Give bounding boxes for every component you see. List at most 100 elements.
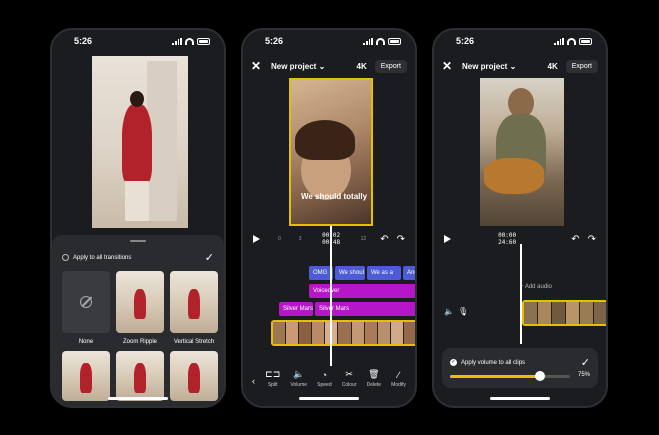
volume-slider[interactable] bbox=[450, 371, 570, 381]
status-bar: 5:26 bbox=[434, 30, 606, 52]
delete-tool[interactable]: 🗑 Delete bbox=[367, 369, 381, 388]
confirm-check-icon[interactable]: ✓ bbox=[205, 251, 214, 264]
playhead[interactable] bbox=[330, 226, 332, 366]
phone-editor: 5:26 ✕ New project ⌄ 4K Export We should… bbox=[241, 28, 417, 408]
project-title[interactable]: New project ⌄ bbox=[462, 62, 548, 71]
apply-volume-checkbox[interactable]: ✓ bbox=[450, 359, 457, 366]
split-icon: ⊏⊐ bbox=[265, 369, 281, 379]
signal-icon bbox=[172, 37, 182, 45]
volume-slider-fill bbox=[450, 375, 540, 378]
resolution-badge[interactable]: 4K bbox=[548, 62, 558, 71]
caption-clip[interactable]: We shoul bbox=[335, 266, 365, 280]
tool-label: Speed bbox=[317, 382, 332, 388]
battery-icon bbox=[579, 37, 592, 45]
play-icon[interactable] bbox=[444, 235, 451, 243]
speaker-icon[interactable]: 🔈 bbox=[444, 307, 454, 316]
speed-tool[interactable]: ◔ Speed bbox=[317, 370, 331, 388]
mic-icon[interactable]: 🎙 bbox=[458, 307, 468, 316]
caption-overlay[interactable]: We should totally bbox=[299, 192, 369, 201]
status-time: 5:26 bbox=[265, 36, 284, 46]
signal-icon bbox=[363, 37, 373, 45]
sheet-handle[interactable] bbox=[130, 240, 146, 242]
transition-label-vertical-stretch: Vertical Stretch bbox=[173, 339, 215, 345]
playhead[interactable] bbox=[520, 244, 522, 344]
video-preview[interactable] bbox=[480, 78, 564, 226]
confirm-check-icon[interactable]: ✓ bbox=[581, 356, 590, 369]
caption-clip[interactable]: And bbox=[403, 266, 415, 280]
export-button[interactable]: Export bbox=[565, 59, 598, 73]
close-icon[interactable]: ✕ bbox=[442, 59, 458, 73]
home-indicator bbox=[490, 397, 550, 400]
resolution-badge[interactable]: 4K bbox=[357, 62, 367, 71]
video-preview[interactable] bbox=[92, 56, 188, 228]
timecode: 00:00 24:60 bbox=[498, 232, 517, 246]
apply-volume-label: Apply volume to all clips bbox=[461, 359, 526, 366]
video-filmstrip[interactable] bbox=[522, 300, 606, 326]
undo-icon[interactable]: ↶ bbox=[380, 234, 388, 245]
transition-thumb[interactable] bbox=[116, 351, 164, 401]
caption-clip[interactable]: We as a bbox=[367, 266, 401, 280]
home-indicator bbox=[299, 397, 359, 400]
wifi-icon bbox=[567, 37, 576, 45]
tool-label: Delete bbox=[366, 382, 382, 388]
editor-header: ✕ New project ⌄ 4K Export bbox=[243, 56, 415, 76]
phone-transitions: 5:26 Apply to all transitions ✓ None Zoo… bbox=[50, 28, 226, 408]
undo-icon[interactable]: ↶ bbox=[571, 234, 579, 245]
music-clip[interactable]: Silver Mars bbox=[279, 302, 313, 316]
tool-label: Volume bbox=[290, 382, 308, 388]
tool-label: Split bbox=[267, 382, 278, 388]
volume-tool[interactable]: 🔈 Volume bbox=[290, 369, 307, 388]
close-icon[interactable]: ✕ bbox=[251, 59, 267, 73]
modify-tool[interactable]: ⁄ Modify bbox=[391, 370, 406, 388]
volume-percent: 75% bbox=[577, 372, 590, 378]
status-bar: 5:26 bbox=[243, 30, 415, 52]
home-indicator bbox=[108, 397, 168, 400]
battery-icon bbox=[197, 37, 210, 45]
phone-volume: 5:26 ✕ New project ⌄ 4K Export 00:00 24:6… bbox=[432, 28, 608, 408]
chevron-left-icon: ‹ bbox=[252, 376, 256, 386]
ruler-tick: 0 bbox=[278, 236, 281, 242]
project-title[interactable]: New project ⌄ bbox=[271, 62, 357, 71]
status-bar: 5:26 bbox=[52, 30, 224, 52]
volume-slider-knob[interactable] bbox=[535, 371, 545, 381]
none-icon bbox=[80, 296, 92, 308]
edit-toolbar: ‹ ⊏⊐ Split 🔈 Volume ◔ Speed ✂ Colour 🗑 Delete… bbox=[243, 362, 415, 388]
signal-icon bbox=[554, 37, 564, 45]
redo-icon[interactable]: ↷ bbox=[588, 234, 596, 245]
back-button[interactable]: ‹ bbox=[252, 376, 255, 388]
transition-thumb[interactable] bbox=[62, 351, 110, 401]
playback-controls: 0 3 00:0200:48 12 ↶ ↷ bbox=[243, 230, 415, 248]
play-icon[interactable] bbox=[253, 235, 260, 243]
wifi-icon bbox=[376, 37, 385, 45]
transition-zoom-ripple[interactable] bbox=[116, 271, 164, 333]
status-time: 5:26 bbox=[456, 36, 475, 46]
colour-tool[interactable]: ✂ Colour bbox=[342, 369, 357, 388]
tool-label: Modify bbox=[391, 382, 406, 388]
stage: 5:26 Apply to all transitions ✓ None Zoo… bbox=[0, 0, 659, 435]
add-audio-button[interactable]: + Add audio bbox=[520, 284, 552, 290]
export-button[interactable]: Export bbox=[374, 59, 407, 73]
editor-header: ✕ New project ⌄ 4K Export bbox=[434, 56, 606, 76]
video-preview[interactable]: We should totally bbox=[289, 78, 373, 226]
transition-thumb[interactable] bbox=[170, 351, 218, 401]
wifi-icon bbox=[185, 37, 194, 45]
status-time: 5:26 bbox=[74, 36, 93, 46]
speed-icon: ◔ bbox=[321, 370, 328, 380]
transition-vertical-stretch[interactable] bbox=[170, 271, 218, 333]
apply-volume-row[interactable]: ✓ Apply volume to all clips ✓ bbox=[450, 356, 590, 369]
volume-icon: 🔈 bbox=[293, 369, 305, 379]
apply-all-row[interactable]: Apply to all transitions ✓ bbox=[62, 251, 214, 264]
modify-icon: ⁄ bbox=[397, 370, 400, 380]
ruler-tick: 12 bbox=[360, 236, 367, 242]
redo-icon[interactable]: ↷ bbox=[397, 234, 405, 245]
voiceover-clip[interactable]: Voiceover bbox=[309, 284, 415, 298]
battery-icon bbox=[388, 37, 401, 45]
volume-panel: ✓ Apply volume to all clips ✓ 75% bbox=[442, 348, 598, 388]
transition-label-none: None bbox=[78, 339, 94, 345]
video-filmstrip[interactable] bbox=[271, 320, 415, 346]
apply-all-radio[interactable] bbox=[62, 254, 69, 261]
transition-none[interactable] bbox=[62, 271, 110, 333]
split-tool[interactable]: ⊏⊐ Split bbox=[265, 369, 280, 388]
transitions-sheet: Apply to all transitions ✓ None Zoom Rip… bbox=[52, 235, 224, 406]
add-audio-label: Add audio bbox=[524, 284, 552, 290]
